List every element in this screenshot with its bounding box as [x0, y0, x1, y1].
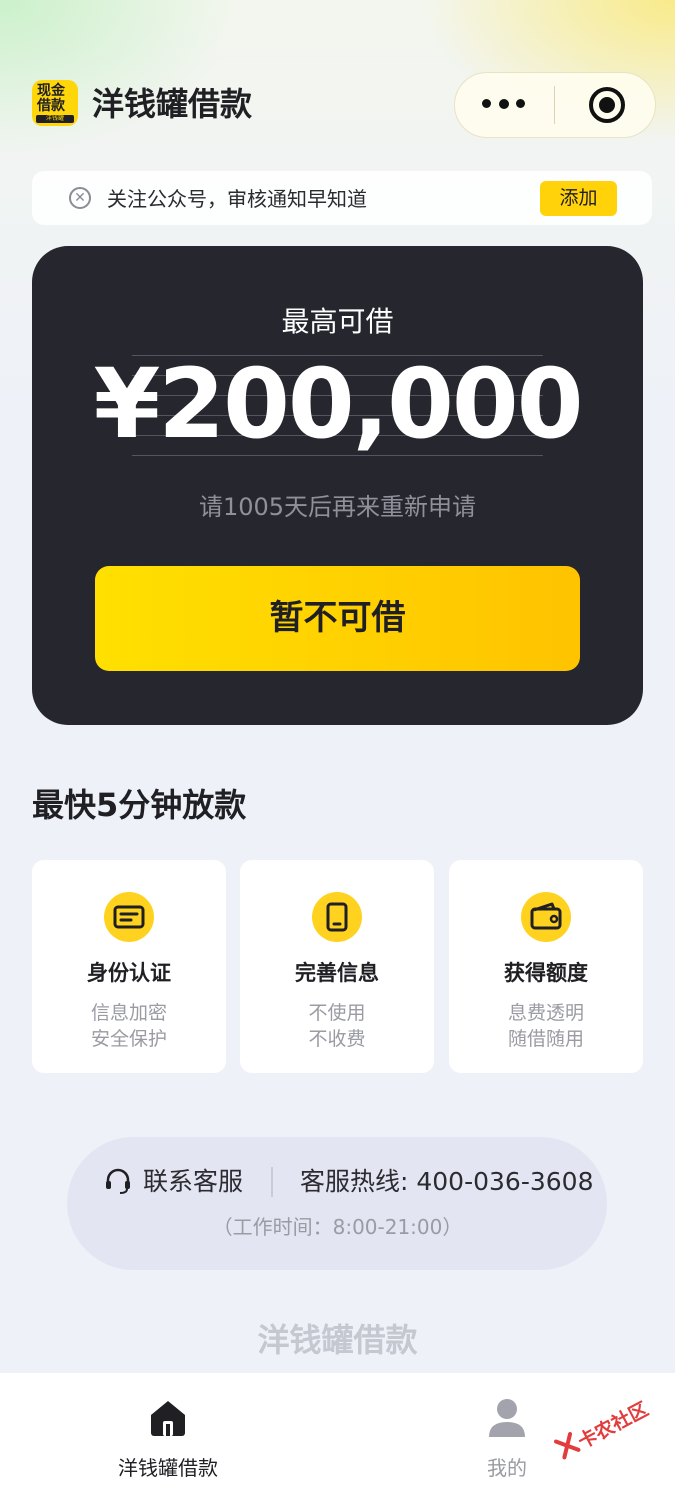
feature-desc-1: 不使用 — [308, 1002, 366, 1024]
close-notice-icon[interactable]: ✕ — [69, 187, 91, 209]
service-hours: （工作时间：8:00-21:00） — [212, 1215, 463, 1239]
more-icon[interactable] — [482, 98, 526, 109]
footer-brand: 洋钱罐借款 — [257, 1321, 418, 1359]
credit-amount: ¥200,000 — [93, 348, 583, 460]
logo-text-3: 洋钱罐 — [36, 115, 74, 123]
headset-icon[interactable] — [103, 1166, 133, 1196]
app-logo: 现金 借款 洋钱罐 — [32, 80, 78, 126]
app-title: 洋钱罐借款 — [92, 85, 253, 123]
wallet-icon — [521, 892, 571, 942]
add-button[interactable]: 添加 — [540, 181, 617, 216]
customer-service-panel — [67, 1137, 607, 1270]
reapply-hint: 请1005天后再来重新申请 — [198, 493, 477, 521]
logo-text-2: 借款 — [37, 98, 65, 114]
user-icon[interactable] — [487, 1397, 527, 1439]
unavailable-button[interactable]: 暂不可借 — [95, 566, 580, 671]
logo-text-1: 现金 — [37, 83, 65, 99]
feature-desc-1: 息费透明 — [507, 1002, 584, 1024]
max-limit-label: 最高可借 — [281, 305, 394, 338]
feature-desc-2: 不收费 — [308, 1028, 366, 1050]
feature-card-info: 完善信息 不使用 不收费 — [240, 860, 434, 1073]
feature-desc-1: 信息加密 — [90, 1002, 167, 1024]
tab-home[interactable]: 洋钱罐借款 — [95, 1452, 241, 1484]
capsule-divider — [554, 86, 555, 124]
feature-desc-2: 安全保护 — [90, 1028, 167, 1050]
notice-text: 关注公众号，审核通知早知道 — [107, 187, 367, 211]
feature-card-limit: 获得额度 息费透明 随借随用 — [449, 860, 643, 1073]
tab-me[interactable]: 我的 — [445, 1452, 569, 1484]
feature-title: 获得额度 — [504, 961, 588, 985]
service-divider — [271, 1167, 273, 1197]
feature-card-identity: 身份认证 信息加密 安全保护 — [32, 860, 226, 1073]
phone-icon — [312, 892, 362, 942]
contact-service-link[interactable]: 联系客服 — [143, 1164, 243, 1200]
feature-title: 身份认证 — [87, 961, 171, 985]
close-miniapp-icon[interactable] — [589, 87, 625, 123]
id-card-icon — [104, 892, 154, 942]
service-hotline[interactable]: 客服热线: 400-036-3608 — [300, 1164, 593, 1200]
feature-desc-2: 随借随用 — [507, 1028, 584, 1050]
section-title: 最快5分钟放款 — [32, 786, 247, 824]
home-icon[interactable] — [147, 1397, 189, 1439]
feature-title: 完善信息 — [295, 961, 379, 985]
